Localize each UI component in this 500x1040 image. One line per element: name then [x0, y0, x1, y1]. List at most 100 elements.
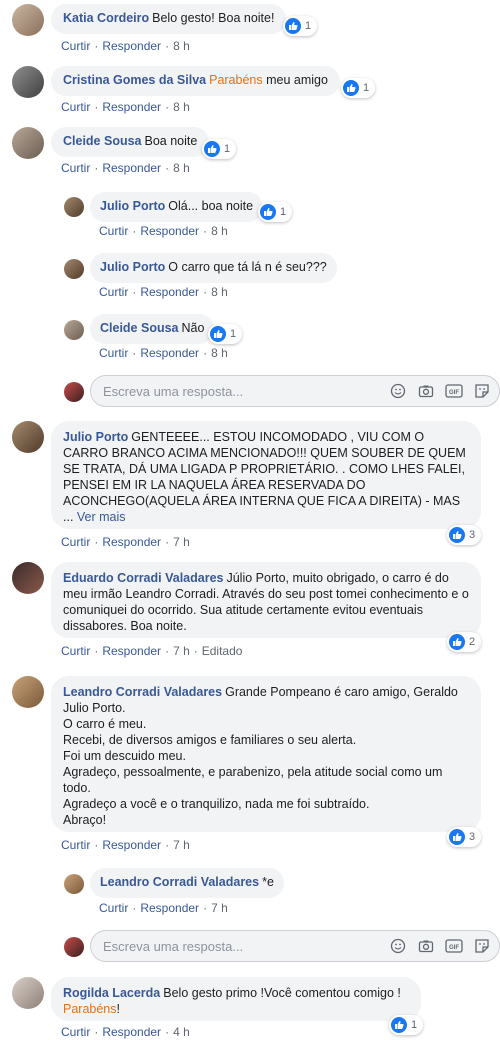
- timestamp[interactable]: 8 h: [173, 161, 190, 175]
- reaction-count[interactable]: 2: [447, 632, 482, 652]
- like-link[interactable]: Curtir: [99, 346, 128, 360]
- comment-author[interactable]: Cristina Gomes da Silva: [63, 73, 206, 87]
- reply-author[interactable]: Julio Porto: [100, 260, 165, 274]
- avatar[interactable]: [12, 421, 44, 453]
- comment-author[interactable]: Katia Cordeiro: [63, 11, 149, 25]
- avatar[interactable]: [12, 977, 44, 1009]
- timestamp[interactable]: 7 h: [173, 535, 190, 549]
- reaction-count[interactable]: 1: [202, 139, 237, 159]
- reaction-count[interactable]: 3: [447, 827, 482, 847]
- like-link[interactable]: Curtir: [61, 1025, 90, 1039]
- like-link[interactable]: Curtir: [61, 644, 90, 658]
- reaction-number: 1: [224, 143, 231, 155]
- comment-line: Abraço!: [63, 813, 107, 827]
- camera-icon[interactable]: [417, 382, 435, 400]
- timestamp[interactable]: 8 h: [173, 39, 190, 53]
- see-more-link[interactable]: Ver mais: [77, 510, 126, 524]
- timestamp[interactable]: 7 h: [211, 901, 228, 915]
- highlight-text[interactable]: Parabéns: [209, 73, 263, 87]
- reaction-number: 1: [411, 1019, 418, 1031]
- reaction-count[interactable]: 1: [341, 78, 376, 98]
- reply-meta: Curtir · Responder · 8 h: [99, 285, 228, 299]
- avatar[interactable]: [12, 4, 44, 36]
- gif-icon[interactable]: GIF: [445, 937, 463, 955]
- svg-text:GIF: GIF: [449, 945, 459, 951]
- comment-line: Agradeço a você e o tranquilizo, nada me…: [63, 797, 370, 811]
- reply-link[interactable]: Responder: [102, 535, 161, 549]
- reaction-count[interactable]: 1: [258, 202, 293, 222]
- reply-link[interactable]: Responder: [102, 39, 161, 53]
- comment-bubble: Cleide Sousa Boa noite: [51, 127, 210, 157]
- reaction-count[interactable]: 3: [447, 525, 482, 545]
- timestamp[interactable]: 8 h: [211, 285, 228, 299]
- reply-link[interactable]: Responder: [102, 838, 161, 852]
- reaction-count[interactable]: 1: [208, 324, 243, 344]
- sticker-icon[interactable]: [473, 382, 491, 400]
- comment-author[interactable]: Cleide Sousa: [63, 134, 142, 148]
- like-icon: [204, 141, 220, 157]
- reply-link[interactable]: Responder: [140, 224, 199, 238]
- comment-line: Recebi, de diversos amigos e familiares …: [63, 733, 357, 747]
- reply-link[interactable]: Responder: [140, 346, 199, 360]
- avatar[interactable]: [12, 676, 44, 708]
- comment-author[interactable]: Julio Porto: [63, 430, 128, 444]
- camera-icon[interactable]: [417, 937, 435, 955]
- reply-input[interactable]: [103, 383, 379, 399]
- timestamp[interactable]: 7 h: [173, 644, 190, 658]
- avatar[interactable]: [12, 127, 44, 159]
- edited-label[interactable]: Editado: [202, 644, 243, 658]
- timestamp[interactable]: 7 h: [173, 838, 190, 852]
- emoji-icon[interactable]: [389, 382, 407, 400]
- reply-author[interactable]: Julio Porto: [100, 199, 165, 213]
- avatar[interactable]: [64, 874, 84, 894]
- reply-link[interactable]: Responder: [140, 285, 199, 299]
- reply-link[interactable]: Responder: [140, 901, 199, 915]
- comment-author[interactable]: Eduardo Corradi Valadares: [63, 571, 223, 585]
- reaction-number: 3: [469, 529, 476, 541]
- comment-line: Agradeço, pessoalmente, e parabenizo, pe…: [63, 765, 443, 795]
- comment-meta: Curtir · Responder · 7 h: [61, 838, 190, 852]
- comment-author[interactable]: Rogilda Lacerda: [63, 986, 160, 1000]
- reply-input[interactable]: [103, 938, 379, 954]
- comment-author[interactable]: Leandro Corradi Valadares: [63, 685, 222, 699]
- comment-meta: Curtir · Responder · 8 h: [61, 100, 190, 114]
- like-link[interactable]: Curtir: [61, 100, 90, 114]
- reply-composer[interactable]: GIF: [90, 930, 500, 962]
- timestamp[interactable]: 8 h: [211, 346, 228, 360]
- timestamp[interactable]: 4 h: [173, 1025, 190, 1039]
- avatar[interactable]: [64, 259, 84, 279]
- like-link[interactable]: Curtir: [61, 535, 90, 549]
- reply-composer[interactable]: GIF: [90, 375, 500, 407]
- comment-bubble: Rogilda Lacerda Belo gesto primo !Você co…: [51, 977, 421, 1021]
- timestamp[interactable]: 8 h: [173, 100, 190, 114]
- reply-link[interactable]: Responder: [102, 644, 161, 658]
- avatar[interactable]: [12, 562, 44, 594]
- comment-text: Belo gesto primo !Você comentou comigo !: [163, 986, 401, 1000]
- reply-link[interactable]: Responder: [102, 1025, 161, 1039]
- comment-bubble: Eduardo Corradi Valadares Júlio Porto, mu…: [51, 562, 481, 638]
- like-link[interactable]: Curtir: [61, 39, 90, 53]
- reaction-count[interactable]: 1: [389, 1015, 424, 1035]
- reply-text: Olá... boa noite: [168, 199, 254, 213]
- avatar[interactable]: [64, 320, 84, 340]
- reply-author[interactable]: Cleide Sousa: [100, 321, 179, 335]
- avatar[interactable]: [64, 197, 84, 217]
- reply-link[interactable]: Responder: [102, 100, 161, 114]
- avatar[interactable]: [12, 66, 44, 98]
- like-icon: [343, 80, 359, 96]
- like-link[interactable]: Curtir: [99, 901, 128, 915]
- emoji-icon[interactable]: [389, 937, 407, 955]
- reaction-count[interactable]: 1: [283, 16, 318, 36]
- reply-author[interactable]: Leandro Corradi Valadares: [100, 875, 259, 889]
- timestamp[interactable]: 8 h: [211, 224, 228, 238]
- comment-text: Boa noite: [144, 134, 198, 148]
- like-link[interactable]: Curtir: [61, 838, 90, 852]
- sticker-icon[interactable]: [473, 937, 491, 955]
- like-link[interactable]: Curtir: [99, 224, 128, 238]
- gif-icon[interactable]: GIF: [445, 382, 463, 400]
- like-link[interactable]: Curtir: [61, 161, 90, 175]
- reply-link[interactable]: Responder: [102, 161, 161, 175]
- like-link[interactable]: Curtir: [99, 285, 128, 299]
- highlight-text[interactable]: Parabéns: [63, 1002, 117, 1016]
- like-icon: [260, 204, 276, 220]
